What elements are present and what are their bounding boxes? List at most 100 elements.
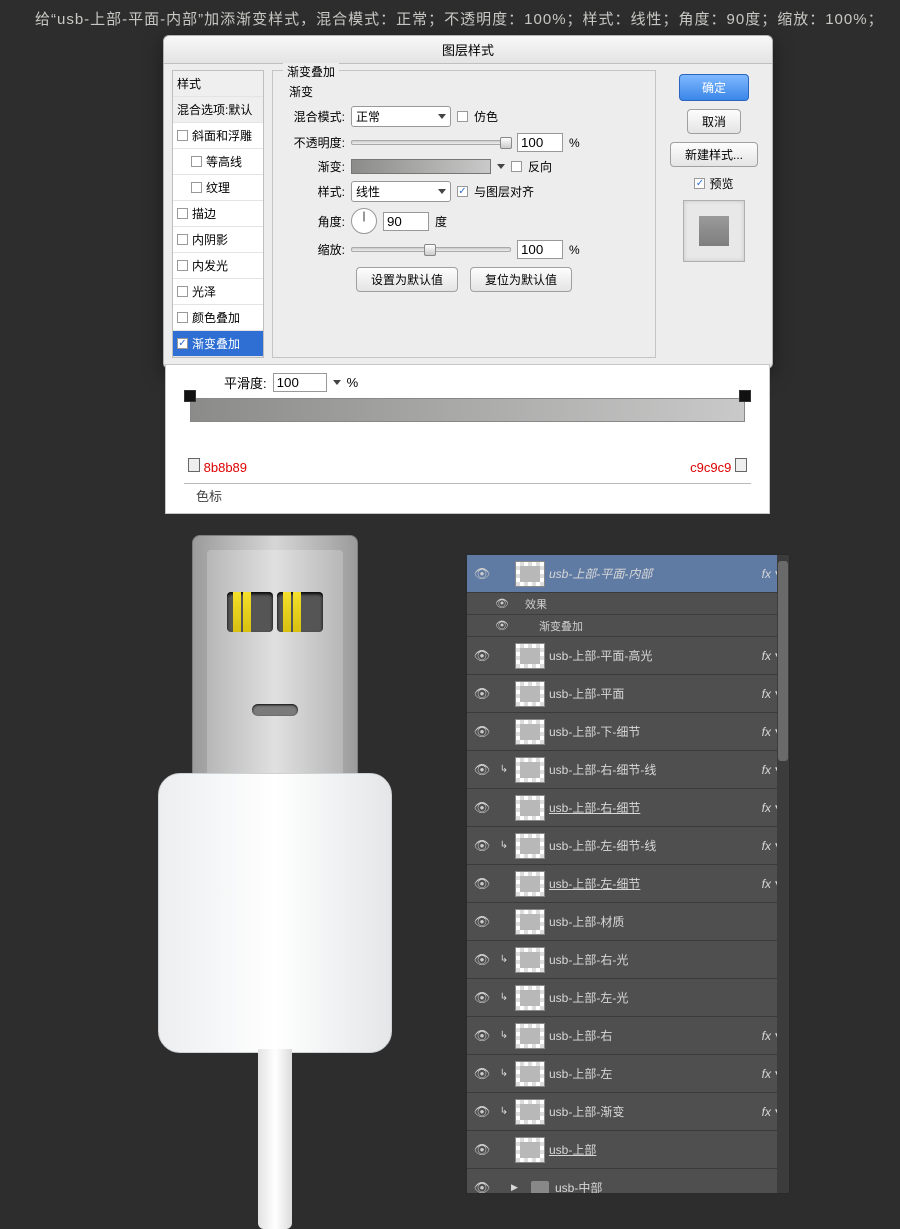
fx-label[interactable]: fx [762,1029,771,1043]
layer-row[interactable]: 👁usb-上部-材质 [467,903,789,941]
style-satin[interactable]: 光泽 [173,279,263,305]
fx-label[interactable]: fx [762,567,771,581]
layer-row[interactable]: 👁↳usb-上部-左fx▾ [467,1055,789,1093]
style-color-overlay[interactable]: 颜色叠加 [173,305,263,331]
link-icon[interactable]: ↳ [497,954,511,965]
layer-row[interactable]: 👁↳usb-上部-右-细节-线fx▾ [467,751,789,789]
scale-input[interactable] [517,240,563,259]
opacity-slider[interactable] [351,140,511,145]
eye-icon[interactable]: 👁 [467,1142,497,1158]
dither-checkbox[interactable] [457,111,468,122]
fx-label[interactable]: fx [762,687,771,701]
chevron-icon[interactable]: ▶ [511,1182,525,1193]
layer-thumb[interactable] [515,795,545,821]
layer-row[interactable]: 👁usb-上部 [467,1131,789,1169]
effects-row[interactable]: 👁效果 [467,593,789,615]
link-icon[interactable]: ↳ [497,1068,511,1079]
eye-icon[interactable]: 👁 [467,876,497,892]
eye-icon[interactable]: 👁 [467,686,497,702]
layer-thumb[interactable] [515,1023,545,1049]
link-icon[interactable]: ↳ [497,992,511,1003]
gradient-picker[interactable] [351,159,491,174]
layer-thumb[interactable] [515,643,545,669]
eye-icon[interactable]: 👁 [467,648,497,664]
trash-icon[interactable] [188,458,200,472]
make-default-button[interactable]: 设置为默认值 [356,267,458,292]
layer-thumb[interactable] [515,681,545,707]
gradient-bar[interactable] [190,398,745,422]
style-bevel[interactable]: 斜面和浮雕 [173,123,263,149]
style-list[interactable]: 样式 混合选项:默认 斜面和浮雕 等高线 纹理 描边 内阴影 内发光 光泽 颜色… [172,70,264,358]
scrollbar[interactable] [777,555,789,1193]
eye-icon[interactable]: 👁 [467,952,497,968]
layer-row[interactable]: 👁usb-上部-平面fx▾ [467,675,789,713]
effect-item[interactable]: 👁渐变叠加 [467,615,789,637]
link-icon[interactable]: ↳ [497,1030,511,1041]
fx-label[interactable]: fx [762,1105,771,1119]
reset-default-button[interactable]: 复位为默认值 [470,267,572,292]
style-stroke[interactable]: 描边 [173,201,263,227]
fx-label[interactable]: fx [762,763,771,777]
scale-slider[interactable] [351,247,511,252]
style-gradient-overlay[interactable]: 渐变叠加 [173,331,263,357]
opacity-stop-right[interactable] [739,390,751,402]
eye-icon[interactable]: 👁 [467,1104,497,1120]
layer-thumb[interactable] [515,719,545,745]
link-icon[interactable]: ↳ [497,840,511,851]
layer-thumb[interactable] [515,1061,545,1087]
layer-row[interactable]: 👁usb-上部-左-细节fx▾ [467,865,789,903]
eye-icon[interactable]: 👁 [467,1180,497,1195]
layer-row[interactable]: 👁▶usb-中部 [467,1169,789,1194]
ok-button[interactable]: 确定 [679,74,749,101]
opacity-stop-left[interactable] [184,390,196,402]
blend-mode-select[interactable]: 正常 [351,106,451,127]
layer-thumb[interactable] [515,757,545,783]
layer-row[interactable]: 👁↳usb-上部-渐变fx▾ [467,1093,789,1131]
eye-icon[interactable]: 👁 [467,914,497,930]
layer-thumb[interactable] [515,561,545,587]
smooth-input[interactable] [273,373,327,392]
chevron-down-icon[interactable] [497,164,505,169]
link-icon[interactable]: ↳ [497,1106,511,1117]
trash-icon[interactable] [735,458,747,472]
eye-icon[interactable]: 👁 [467,1028,497,1044]
fx-label[interactable]: fx [762,801,771,815]
blend-options-header[interactable]: 混合选项:默认 [173,97,263,123]
style-inner-glow[interactable]: 内发光 [173,253,263,279]
preview-checkbox[interactable] [694,178,705,189]
scrollbar-thumb[interactable] [778,561,788,761]
layer-thumb[interactable] [515,871,545,897]
layer-row[interactable]: 👁usb-上部-右-细节fx▾ [467,789,789,827]
eye-icon[interactable]: 👁 [467,838,497,854]
layer-row[interactable]: 👁usb-上部-平面-内部fx▾ [467,555,789,593]
angle-input[interactable] [383,212,429,231]
style-contour[interactable]: 等高线 [173,149,263,175]
layer-thumb[interactable] [515,947,545,973]
align-checkbox[interactable] [457,186,468,197]
layer-thumb[interactable] [515,1099,545,1125]
layer-thumb[interactable] [515,1137,545,1163]
cancel-button[interactable]: 取消 [687,109,741,134]
layer-row[interactable]: 👁usb-上部-下-细节fx▾ [467,713,789,751]
fx-label[interactable]: fx [762,725,771,739]
angle-dial[interactable] [351,208,377,234]
new-style-button[interactable]: 新建样式... [670,142,758,167]
eye-icon[interactable]: 👁 [467,762,497,778]
link-icon[interactable]: ↳ [497,764,511,775]
eye-icon[interactable]: 👁 [467,800,497,816]
fx-label[interactable]: fx [762,1067,771,1081]
layer-row[interactable]: 👁↳usb-上部-左-光 [467,979,789,1017]
layer-thumb[interactable] [515,909,545,935]
opacity-input[interactable] [517,133,563,152]
fx-label[interactable]: fx [762,839,771,853]
layer-thumb[interactable] [515,985,545,1011]
layer-row[interactable]: 👁↳usb-上部-右-光 [467,941,789,979]
eye-icon[interactable]: 👁 [467,566,497,582]
layer-row[interactable]: 👁↳usb-上部-左-细节-线fx▾ [467,827,789,865]
eye-icon[interactable]: 👁 [467,1066,497,1082]
style-inner-shadow[interactable]: 内阴影 [173,227,263,253]
style-select[interactable]: 线性 [351,181,451,202]
chevron-down-icon[interactable] [333,380,341,385]
fx-label[interactable]: fx [762,649,771,663]
layer-row[interactable]: 👁usb-上部-平面-高光fx▾ [467,637,789,675]
